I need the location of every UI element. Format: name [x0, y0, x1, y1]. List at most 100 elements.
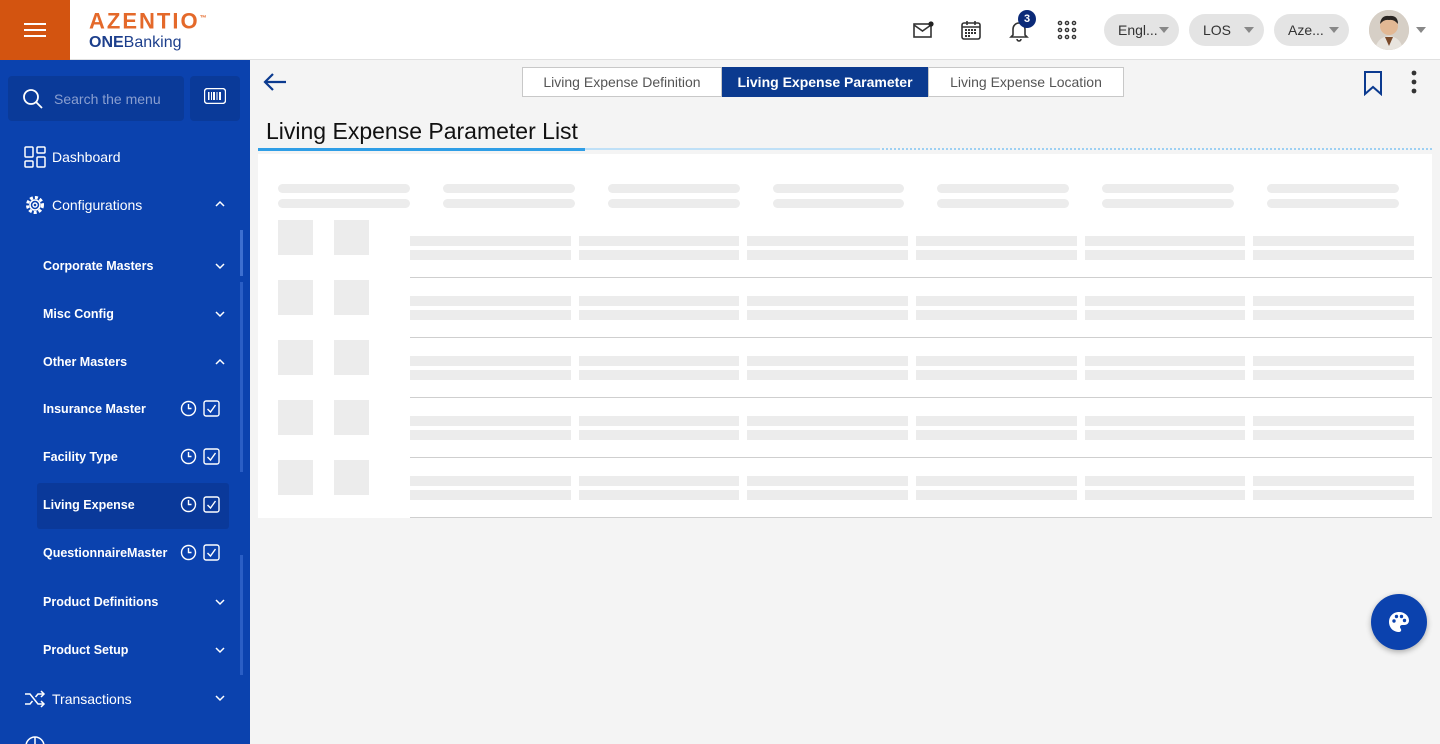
sidebar-item-dashboard[interactable]: Dashboard [24, 145, 230, 169]
skeleton-header [1102, 199, 1234, 208]
skeleton-cell [1085, 310, 1245, 320]
skeleton-header [937, 184, 1069, 193]
sidebar-scrollbar-segment [240, 282, 243, 472]
row-divider [410, 277, 1432, 278]
title-underline-faded [585, 148, 880, 150]
clock-icon[interactable] [180, 544, 197, 564]
chevron-down-icon [214, 596, 226, 611]
skeleton-header [608, 199, 740, 208]
apps-grid-icon[interactable] [1055, 18, 1079, 42]
tab-bar: Living Expense Definition Living Expense… [522, 67, 1124, 97]
chevron-down-icon [214, 644, 226, 659]
skeleton-cell [1253, 236, 1414, 246]
skeleton-cell [334, 280, 369, 315]
skeleton-cell [1253, 296, 1414, 306]
skeleton-cell [916, 430, 1077, 440]
sidebar: Dashboard Configurations Corporate Maste… [0, 60, 250, 744]
barcode-scan-button[interactable] [190, 76, 240, 121]
tab-living-expense-location[interactable]: Living Expense Location [928, 67, 1124, 97]
skeleton-cell [1253, 476, 1414, 486]
search-input[interactable] [54, 90, 184, 107]
hamburger-menu-button[interactable] [0, 0, 70, 60]
skeleton-cell [579, 296, 739, 306]
checkbox-icon[interactable] [203, 544, 220, 564]
sidebar-item-corporate-masters[interactable]: Corporate Masters [43, 256, 230, 276]
skeleton-header [278, 199, 410, 208]
skeleton-cell [278, 280, 313, 315]
skeleton-cell [747, 296, 908, 306]
skeleton-cell [747, 430, 908, 440]
skeleton-cell [410, 356, 571, 366]
sidebar-item-questionnaire-master[interactable]: QuestionnaireMaster [43, 543, 230, 563]
skeleton-cell [1085, 356, 1245, 366]
hamburger-icon [24, 21, 46, 39]
more-options-icon[interactable] [1410, 70, 1418, 101]
skeleton-cell [334, 460, 369, 495]
tab-living-expense-definition[interactable]: Living Expense Definition [522, 67, 722, 97]
sidebar-item-product-definitions[interactable]: Product Definitions [43, 592, 230, 612]
skeleton-cell [916, 356, 1077, 366]
profile-menu-caret-icon[interactable] [1416, 27, 1426, 33]
skeleton-cell [916, 310, 1077, 320]
sidebar-item-configurations[interactable]: Configurations [24, 193, 230, 217]
table-loading-skeleton [258, 154, 1432, 518]
sidebar-item-reports[interactable] [24, 734, 230, 744]
row-divider [410, 457, 1432, 458]
language-select[interactable]: Engl... [1104, 14, 1179, 46]
skeleton-cell [1085, 476, 1245, 486]
skeleton-header [443, 199, 575, 208]
tab-living-expense-parameter[interactable]: Living Expense Parameter [722, 67, 928, 97]
skeleton-cell [579, 430, 739, 440]
bookmark-icon[interactable] [1362, 70, 1384, 101]
menu-search [8, 76, 184, 121]
main-content: Living Expense Definition Living Expense… [250, 60, 1440, 744]
sidebar-item-living-expense[interactable]: Living Expense [43, 495, 230, 515]
calendar-icon[interactable] [959, 18, 983, 42]
skeleton-cell [278, 400, 313, 435]
chevron-up-icon [214, 356, 226, 371]
sidebar-item-insurance-master[interactable]: Insurance Master [43, 399, 230, 419]
azentio-logo: AZENTIO™ ONEBanking [89, 8, 209, 52]
sidebar-item-facility-type[interactable]: Facility Type [43, 447, 230, 467]
skeleton-header [773, 199, 904, 208]
mail-icon[interactable] [911, 18, 935, 42]
row-divider [410, 337, 1432, 338]
clock-icon[interactable] [180, 496, 197, 516]
search-icon [22, 88, 44, 110]
skeleton-header [1102, 184, 1234, 193]
sidebar-item-other-masters[interactable]: Other Masters [43, 352, 230, 372]
skeleton-header [608, 184, 740, 193]
skeleton-cell [278, 460, 313, 495]
skeleton-cell [334, 400, 369, 435]
skeleton-header [773, 184, 904, 193]
gear-icon [24, 194, 46, 216]
chevron-up-icon [214, 197, 226, 213]
skeleton-cell [747, 490, 908, 500]
row-divider [410, 397, 1432, 398]
title-underline-dotted [882, 148, 1432, 150]
checkbox-icon[interactable] [203, 400, 220, 420]
palette-icon [1388, 611, 1410, 633]
theme-palette-button[interactable] [1371, 594, 1427, 650]
skeleton-cell [579, 310, 739, 320]
module-select[interactable]: LOS [1189, 14, 1264, 46]
back-arrow-icon[interactable] [262, 72, 288, 97]
entity-select[interactable]: Aze... [1274, 14, 1349, 46]
sidebar-item-misc-config[interactable]: Misc Config [43, 304, 230, 324]
skeleton-cell [1085, 236, 1245, 246]
chevron-down-icon [1329, 27, 1339, 33]
sidebar-item-transactions[interactable]: Transactions [24, 687, 230, 711]
skeleton-cell [1085, 430, 1245, 440]
avatar[interactable] [1369, 10, 1409, 50]
clock-icon[interactable] [180, 448, 197, 468]
chevron-down-icon [214, 308, 226, 323]
checkbox-icon[interactable] [203, 448, 220, 468]
clock-icon[interactable] [180, 400, 197, 420]
barcode-icon [203, 87, 227, 109]
skeleton-cell [410, 296, 571, 306]
sidebar-scrollbar[interactable] [240, 230, 243, 276]
skeleton-cell [916, 236, 1077, 246]
sidebar-item-product-setup[interactable]: Product Setup [43, 640, 230, 660]
chevron-down-icon [214, 691, 226, 707]
checkbox-icon[interactable] [203, 496, 220, 516]
